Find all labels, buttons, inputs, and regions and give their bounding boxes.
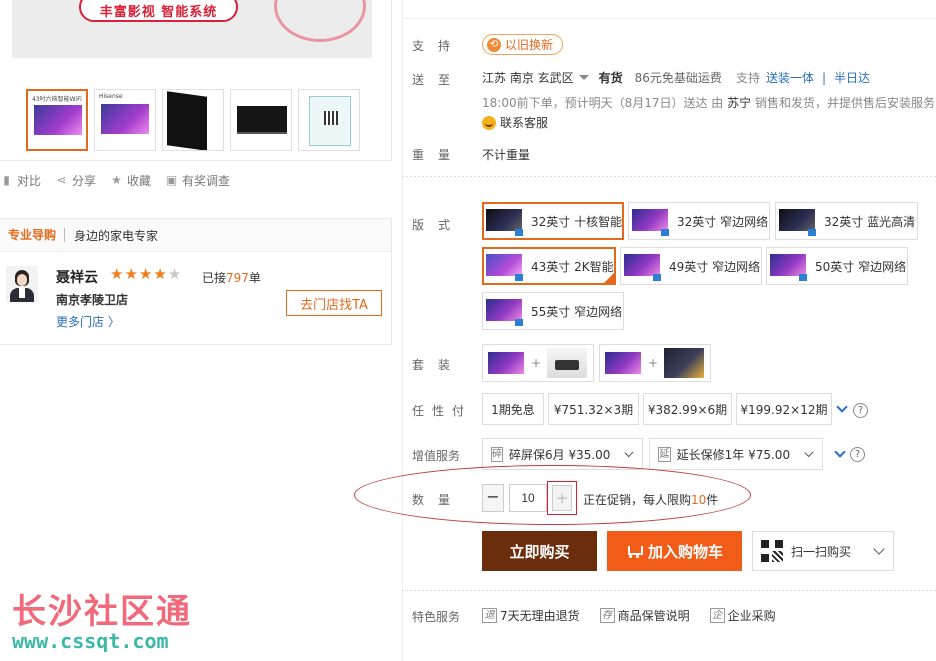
value-added-label: 增值服务 (412, 449, 461, 463)
exchange-icon: ⟲ (487, 37, 501, 52)
chevron-down-icon (624, 447, 634, 457)
enterprise-link[interactable]: 企企业采购 (709, 607, 776, 624)
version-option-1[interactable]: 32英寸 十核智能 (482, 202, 624, 240)
shopping-guide-card: 专业导购 身边的家电专家 聂祥云 ★★★★★ 已接797单 南京孝陵卫店 更多门… (0, 218, 392, 345)
thumbnail-3[interactable] (162, 89, 224, 151)
half-day-link[interactable]: 半日达 (834, 69, 870, 86)
installment-option-2[interactable]: ¥751.32×3期 (548, 393, 639, 425)
support-label: 支持 (412, 39, 465, 53)
thumbnail-4[interactable] (230, 89, 292, 151)
gift-icon: ▣ (165, 173, 178, 187)
selected-check-icon (603, 272, 615, 284)
find-at-store-button[interactable]: 去门店找TA (286, 290, 382, 316)
clerk-name: 聂祥云 (56, 270, 98, 286)
more-stores-link[interactable]: 更多门店 〉 (56, 313, 120, 330)
quantity-input[interactable] (509, 484, 547, 512)
thumbnail-label: 43吋六核智能WiFi (32, 96, 82, 103)
storage-icon: 存 (599, 608, 615, 623)
thumbnail-2[interactable]: Hisense (94, 89, 156, 151)
weight-value: 不计重量 (482, 148, 531, 162)
bundle-label: 套装 (412, 358, 465, 372)
buy-now-button[interactable]: 立即购买 (482, 531, 597, 571)
rating-stars: ★★★★★ (110, 265, 183, 283)
star-icon: ★ (111, 173, 122, 187)
installment-option-1[interactable]: 1期免息 (482, 393, 544, 425)
features-label: 特色服务 (412, 610, 461, 624)
weight-label: 重量 (412, 148, 465, 162)
main-product-image: 丰富影视 智能系统 (12, 0, 372, 58)
version-option-3[interactable]: 32英寸 蓝光高清 (775, 202, 918, 240)
thumbnail-1[interactable]: 43吋六核智能WiFi (26, 89, 88, 151)
feature-services: 退 7天无理由退货 存商品保管说明 企企业采购 (482, 607, 776, 624)
service-tag-icon: 碎 (491, 446, 503, 462)
return-policy-link[interactable]: 退 7天无理由退货 (482, 607, 580, 624)
quantity-decrease-button[interactable]: − (482, 484, 504, 512)
compare-icon: ▮ (3, 173, 10, 187)
guide-header: 专业导购 身边的家电专家 (0, 219, 391, 252)
contact-service-link[interactable]: 联系客服 (482, 114, 548, 131)
bundle-option-1[interactable]: + (482, 344, 594, 382)
guide-title: 专业导购 (0, 228, 66, 242)
add-to-cart-button[interactable]: 加入购物车 (607, 531, 742, 571)
return-icon: 退 (482, 608, 497, 623)
service-icon (482, 115, 496, 130)
delivery-install-link[interactable]: 送装一体 (766, 69, 814, 86)
favorite-link[interactable]: ★ 收藏 (110, 172, 151, 189)
enterprise-icon: 企 (709, 608, 725, 623)
version-option-6[interactable]: 50英寸 窄边网络 (766, 247, 908, 285)
installment-option-3[interactable]: ¥382.99×6期 (643, 393, 732, 425)
service-tag-icon: 延 (658, 446, 671, 462)
seal-decoration (274, 0, 366, 42)
quantity-increase-button[interactable]: + (547, 481, 577, 515)
product-actions: ▮ 对比 ⋖ 分享 ★ 收藏 ▣ 有奖调查 (0, 172, 230, 189)
served-count: 已接797单 (202, 271, 261, 285)
help-icon[interactable]: ? (850, 447, 865, 462)
version-option-7[interactable]: 55英寸 窄边网络 (482, 292, 624, 330)
avatar (6, 266, 38, 302)
scan-to-buy-button[interactable]: 扫一扫购买 (752, 531, 894, 571)
thumbnail-strip: 43吋六核智能WiFi Hisense (26, 89, 360, 151)
column-divider (402, 0, 403, 661)
chevron-down-icon (804, 447, 814, 457)
version-option-4[interactable]: 43英寸 2K智能 (482, 247, 616, 285)
installment-label: 任性付 (412, 404, 473, 418)
guide-subtitle: 身边的家电专家 (74, 228, 159, 243)
chevron-down-icon[interactable] (834, 446, 846, 458)
share-icon: ⋖ (56, 173, 67, 187)
installment-option-4[interactable]: ¥199.92×12期 (736, 393, 832, 425)
storage-info-link[interactable]: 存商品保管说明 (599, 607, 690, 624)
screen-protect-select[interactable]: 碎碎屏保6月 ¥35.00 (482, 438, 643, 470)
share-link[interactable]: ⋖ 分享 (55, 172, 96, 189)
ship-label: 送至 (412, 73, 465, 87)
tradein-badge[interactable]: ⟲ 以旧换新 (482, 34, 564, 55)
quantity-label: 数量 (412, 493, 465, 507)
compare-link[interactable]: ▮ 对比 (0, 172, 41, 189)
cart-icon (626, 544, 643, 558)
help-icon[interactable]: ? (853, 403, 868, 418)
chevron-down-icon (873, 543, 885, 555)
delivery-eta: 18:00前下单，预计明天（8月17日）送达 由 苏宁 销售和发货，并提供售后安… (482, 96, 935, 110)
slogan-banner: 丰富影视 智能系统 (79, 0, 238, 22)
extended-warranty-select[interactable]: 延延长保修1年 ¥75.00 (649, 438, 823, 470)
shipping-fee: 86元免基础运费 (634, 71, 722, 85)
bundle-option-2[interactable]: + (599, 344, 711, 382)
shipping-row: 江苏 南京 玄武区 有货 86元免基础运费 支持 送装一体 | 半日达 (482, 69, 871, 86)
version-option-2[interactable]: 32英寸 窄边网络 (628, 202, 770, 240)
chevron-down-icon[interactable] (578, 75, 589, 80)
chevron-down-icon[interactable] (836, 401, 848, 413)
promo-limit-text: 正在促销，每人限购10件 (583, 493, 719, 507)
stock-status: 有货 (598, 71, 623, 85)
version-label: 版式 (412, 218, 465, 232)
thumbnail-label: Hisense (99, 93, 123, 100)
qr-code-icon (761, 540, 783, 562)
thumbnail-5[interactable] (298, 89, 360, 151)
watermark: 长沙社区通 www.cssqt.com (12, 592, 192, 653)
address-select[interactable]: 江苏 南京 玄武区 (482, 69, 574, 86)
store-name: 南京孝陵卫店 (56, 293, 129, 307)
version-option-5[interactable]: 49英寸 窄边网络 (620, 247, 762, 285)
survey-link[interactable]: ▣ 有奖调查 (165, 172, 230, 189)
